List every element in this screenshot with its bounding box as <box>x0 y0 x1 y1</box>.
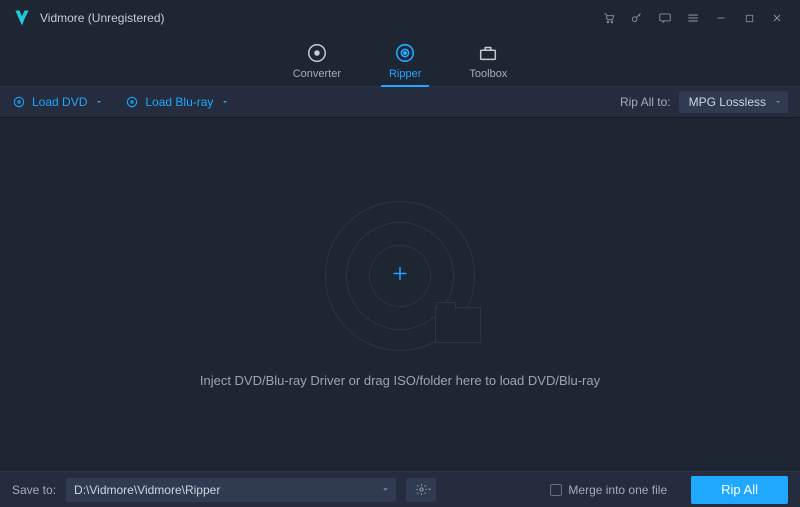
save-to-label: Save to: <box>12 483 56 497</box>
load-dvd-button[interactable]: Load DVD <box>12 95 103 109</box>
output-format-select[interactable]: MPG Lossless <box>679 91 788 113</box>
disc-icon <box>12 95 26 109</box>
converter-icon <box>306 42 328 64</box>
source-toolbar: Load DVD Load Blu-ray Rip All to: MPG Lo… <box>0 86 800 118</box>
chevron-down-icon <box>221 98 229 106</box>
rip-all-to-label: Rip All to: <box>620 95 671 109</box>
drop-hint: Inject DVD/Blu-ray Driver or drag ISO/fo… <box>200 373 600 388</box>
app-logo-icon <box>12 8 32 28</box>
folder-icon <box>435 307 481 343</box>
save-path-select[interactable]: D:\Vidmore\Vidmore\Ripper <box>66 478 396 502</box>
tab-toolbox[interactable]: Toolbox <box>469 42 507 86</box>
rip-button-label: Rip All <box>721 482 758 497</box>
window-title: Vidmore (Unregistered) <box>40 11 165 25</box>
chevron-down-icon <box>95 98 103 106</box>
save-path-value: D:\Vidmore\Vidmore\Ripper <box>74 483 220 497</box>
chevron-down-icon <box>381 485 390 494</box>
tab-ripper[interactable]: Ripper <box>389 42 421 86</box>
plus-icon <box>389 263 411 290</box>
drop-zone[interactable]: Inject DVD/Blu-ray Driver or drag ISO/fo… <box>0 118 800 471</box>
feedback-icon[interactable] <box>654 7 676 29</box>
tab-label: Toolbox <box>469 68 507 80</box>
close-icon[interactable] <box>766 7 788 29</box>
chevron-down-icon <box>426 486 433 493</box>
load-bluray-button[interactable]: Load Blu-ray <box>125 95 229 109</box>
ripper-icon <box>394 42 416 64</box>
disc-icon <box>125 95 139 109</box>
checkbox-icon <box>550 484 562 496</box>
settings-button[interactable] <box>406 478 436 502</box>
merge-checkbox[interactable]: Merge into one file <box>550 483 667 497</box>
maximize-icon[interactable] <box>738 7 760 29</box>
menu-icon[interactable] <box>682 7 704 29</box>
mode-tabs: Converter Ripper Toolbox <box>0 36 800 86</box>
tab-label: Converter <box>293 68 341 80</box>
output-format-value: MPG Lossless <box>689 95 766 109</box>
tab-label: Ripper <box>389 68 421 80</box>
key-icon[interactable] <box>626 7 648 29</box>
chevron-down-icon <box>774 98 782 106</box>
load-bluray-label: Load Blu-ray <box>145 95 213 109</box>
load-dvd-label: Load DVD <box>32 95 87 109</box>
tab-converter[interactable]: Converter <box>293 42 341 86</box>
title-bar: Vidmore (Unregistered) <box>0 0 800 36</box>
footer-bar: Save to: D:\Vidmore\Vidmore\Ripper Merge… <box>0 471 800 507</box>
cart-icon[interactable] <box>598 7 620 29</box>
toolbox-icon <box>477 42 499 64</box>
drop-illustration <box>325 201 475 351</box>
merge-label: Merge into one file <box>568 483 667 497</box>
rip-all-button[interactable]: Rip All <box>691 476 788 504</box>
minimize-icon[interactable] <box>710 7 732 29</box>
